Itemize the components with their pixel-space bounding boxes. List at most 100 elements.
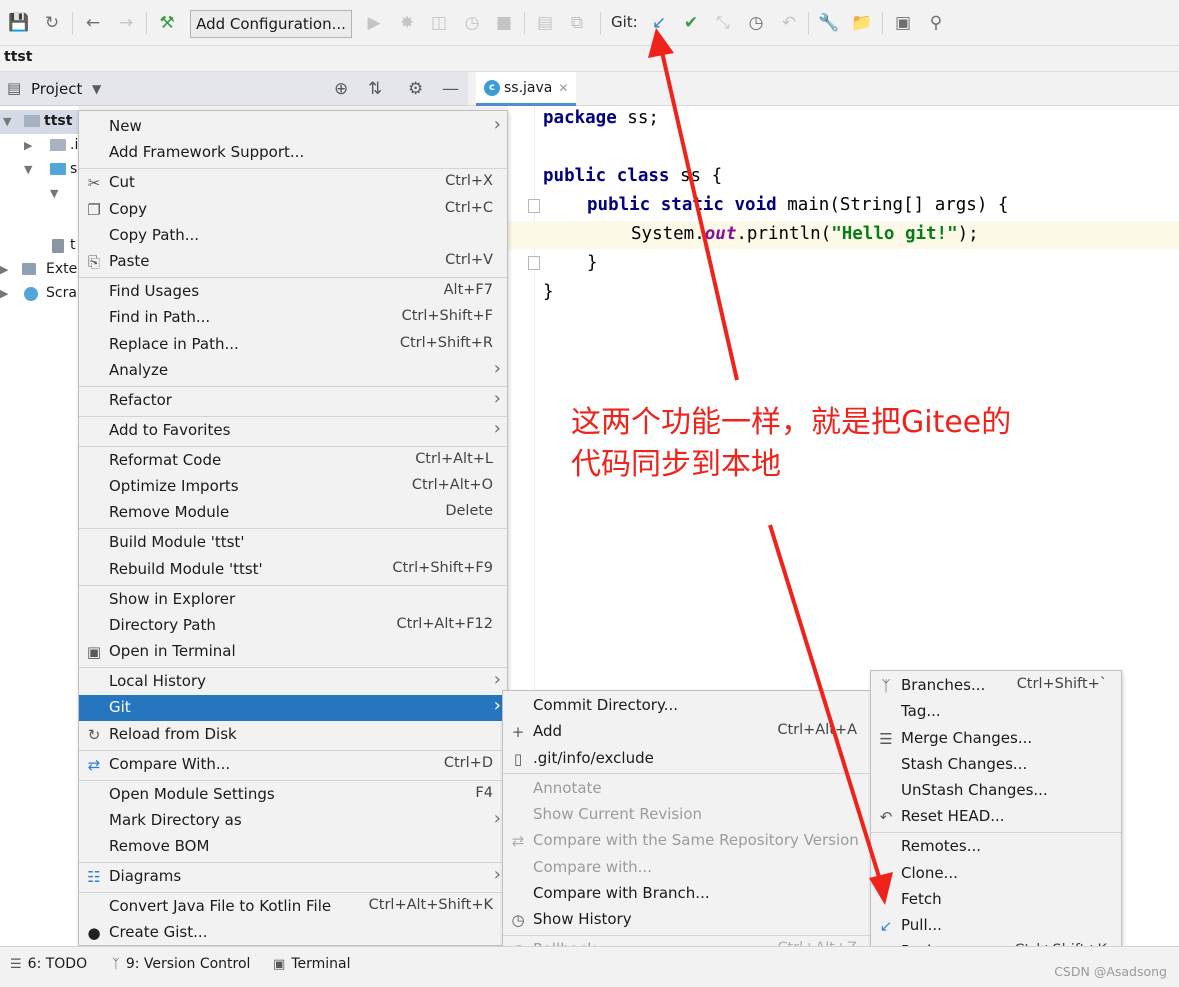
menu-item-replace-in-path[interactable]: Replace in Path... Ctrl+Shift+R — [79, 332, 507, 358]
menu-item-add[interactable]: + Add Ctrl+Alt+A — [503, 719, 871, 745]
menu-item-find-in-path[interactable]: Find in Path... Ctrl+Shift+F — [79, 305, 507, 331]
breadcrumb[interactable]: ttst — [4, 49, 32, 65]
menu-item-cut[interactable]: ✂ Cut Ctrl+X — [79, 170, 507, 196]
menu-item-merge-changes[interactable]: ☰ Merge Changes... — [871, 726, 1121, 752]
menu-item-remove-module[interactable]: Remove Module Delete — [79, 500, 507, 526]
menu-item-reformat-code[interactable]: Reformat Code Ctrl+Alt+L — [79, 448, 507, 474]
history-clock-icon[interactable]: ◷ — [745, 12, 767, 34]
chevron-down-icon[interactable]: ▼ — [24, 163, 32, 176]
save-icon[interactable]: 💾 — [8, 12, 30, 34]
chevron-right-icon[interactable]: ▶ — [0, 287, 8, 300]
tree-item-root[interactable]: ▼ ttst — [0, 110, 78, 134]
run-icon[interactable]: ▶ — [363, 12, 385, 34]
menu-item-add-to-favorites[interactable]: Add to Favorites › — [79, 418, 507, 444]
hide-panel-icon[interactable]: — — [442, 79, 459, 99]
project-structure-icon[interactable]: ⧉ — [566, 12, 588, 34]
chevron-right-icon[interactable]: ▶ — [24, 139, 32, 152]
menu-item-remove-bom[interactable]: Remove BOM — [79, 834, 507, 860]
version-control-tool-button[interactable]: ᛉ 9: Version Control — [112, 956, 250, 972]
menu-item-commit-directory[interactable]: Commit Directory... — [503, 693, 871, 719]
menu-item-optimize-imports[interactable]: Optimize Imports Ctrl+Alt+O — [79, 474, 507, 500]
forward-icon[interactable]: → — [115, 12, 137, 34]
profile-icon[interactable]: ◷ — [461, 12, 483, 34]
menu-item-rebuild-module[interactable]: Rebuild Module 'ttst' Ctrl+Shift+F9 — [79, 557, 507, 583]
git-commit-icon[interactable]: ✔ — [680, 12, 702, 34]
fold-marker-icon[interactable] — [528, 199, 540, 213]
menu-item-annotate[interactable]: Annotate — [503, 776, 871, 802]
menu-item-analyze[interactable]: Analyze › — [79, 358, 507, 384]
menu-item-compare-with[interactable]: ⇄ Compare With... Ctrl+D — [79, 752, 507, 778]
menu-item-pull[interactable]: ↙ Pull... — [871, 913, 1121, 939]
menu-item-compare-with-branch[interactable]: Compare with Branch... — [503, 881, 871, 907]
menu-item-show-current-revision[interactable]: Show Current Revision — [503, 802, 871, 828]
menu-item-open-in-terminal[interactable]: ▣ Open in Terminal — [79, 639, 507, 665]
todo-tool-button[interactable]: ☰ 6: TODO — [10, 956, 87, 972]
menu-item-compare-with[interactable]: Compare with... — [503, 855, 871, 881]
menu-item-paste[interactable]: ⎘ Paste Ctrl+V — [79, 249, 507, 275]
menu-item-reset-head[interactable]: ↶ Reset HEAD... — [871, 804, 1121, 830]
locate-icon[interactable]: ⊕ — [334, 79, 348, 99]
fold-marker-icon[interactable] — [528, 256, 540, 270]
terminal-tool-button[interactable]: ▣ Terminal — [273, 956, 350, 972]
debug-icon[interactable]: ✸ — [396, 12, 418, 34]
menu-item-add-framework-support[interactable]: Add Framework Support... — [79, 140, 507, 166]
project-panel-title[interactable]: Project — [31, 80, 82, 98]
tree-item[interactable]: ▼ s — [0, 158, 78, 182]
terminal-window-icon[interactable]: ▣ — [892, 12, 914, 34]
git-compare-icon[interactable]: ⤡ — [712, 12, 734, 34]
menu-item-compare-same-repository-version[interactable]: ⇄ Compare with the Same Repository Versio… — [503, 828, 871, 854]
menu-item-git-exclude[interactable]: ▯ .git/info/exclude — [503, 746, 871, 772]
menu-item-reload-from-disk[interactable]: ↻ Reload from Disk — [79, 722, 507, 748]
tree-item-external-libraries[interactable]: ▶ Exte — [0, 258, 78, 282]
rollback-icon[interactable]: ↶ — [778, 12, 800, 34]
attach-icon[interactable]: ▤ — [534, 12, 556, 34]
project-folder-icon[interactable]: 📁 — [851, 12, 873, 34]
menu-item-copy[interactable]: ❐ Copy Ctrl+C — [79, 197, 507, 223]
tree-item-scratches[interactable]: ▶ Scra — [0, 282, 78, 306]
menu-item-label: Remotes... — [901, 837, 981, 855]
menu-item-mark-directory-as[interactable]: Mark Directory as › — [79, 808, 507, 834]
menu-item-show-history[interactable]: ◷ Show History — [503, 907, 871, 933]
menu-item-stash-changes[interactable]: Stash Changes... — [871, 752, 1121, 778]
menu-item-local-history[interactable]: Local History › — [79, 669, 507, 695]
chevron-down-icon[interactable]: ▼ — [92, 82, 101, 96]
menu-item-show-in-explorer[interactable]: Show in Explorer — [79, 587, 507, 613]
menu-item-build-module[interactable]: Build Module 'ttst' — [79, 530, 507, 556]
menu-item-remotes[interactable]: Remotes... — [871, 834, 1121, 860]
sync-icon[interactable]: ↻ — [41, 12, 63, 34]
coverage-icon[interactable]: ◫ — [428, 12, 450, 34]
menu-separator — [79, 780, 507, 781]
tab-ss-java[interactable]: c ss.java ✕ — [476, 72, 576, 106]
chevron-right-icon[interactable]: ▶ — [0, 263, 8, 276]
add-configuration-button[interactable]: Add Configuration... — [190, 10, 352, 38]
tree-item[interactable]: ▶ .i — [0, 134, 78, 158]
menu-item-git[interactable]: Git › — [79, 695, 507, 721]
build-hammer-icon[interactable]: ⚒ — [156, 12, 178, 34]
menu-item-new[interactable]: New › — [79, 114, 507, 140]
menu-item-convert-to-kotlin[interactable]: Convert Java File to Kotlin File Ctrl+Alt… — [79, 894, 507, 920]
stop-icon[interactable]: ■ — [493, 12, 515, 34]
menu-item-refactor[interactable]: Refactor › — [79, 388, 507, 414]
search-icon[interactable]: ⚲ — [925, 12, 947, 34]
back-icon[interactable]: ← — [82, 12, 104, 34]
menu-item-copy-path[interactable]: Copy Path... — [79, 223, 507, 249]
menu-item-fetch[interactable]: Fetch — [871, 887, 1121, 913]
wrench-settings-icon[interactable]: 🔧 — [818, 12, 840, 34]
tree-item[interactable]: t — [0, 234, 78, 258]
menu-item-clone[interactable]: Clone... — [871, 861, 1121, 887]
menu-item-unstash-changes[interactable]: UnStash Changes... — [871, 778, 1121, 804]
menu-item-create-gist[interactable]: ● Create Gist... — [79, 920, 507, 945]
menu-item-open-module-settings[interactable]: Open Module Settings F4 — [79, 782, 507, 808]
collapse-all-icon[interactable]: ⇅ — [368, 79, 382, 99]
menu-item-tag[interactable]: Tag... — [871, 699, 1121, 725]
close-icon[interactable]: ✕ — [558, 81, 568, 95]
menu-item-branches[interactable]: ᛉ Branches... Ctrl+Shift+` — [871, 673, 1121, 699]
git-update-icon[interactable]: ↙ — [648, 12, 670, 34]
tree-item[interactable]: ▼ — [0, 182, 78, 206]
chevron-down-icon[interactable]: ▼ — [3, 115, 11, 128]
chevron-down-icon[interactable]: ▼ — [50, 187, 58, 200]
gear-icon[interactable]: ⚙ — [408, 79, 423, 99]
menu-item-diagrams[interactable]: ☷ Diagrams › — [79, 864, 507, 890]
menu-item-directory-path[interactable]: Directory Path Ctrl+Alt+F12 — [79, 613, 507, 639]
menu-item-find-usages[interactable]: Find Usages Alt+F7 — [79, 279, 507, 305]
